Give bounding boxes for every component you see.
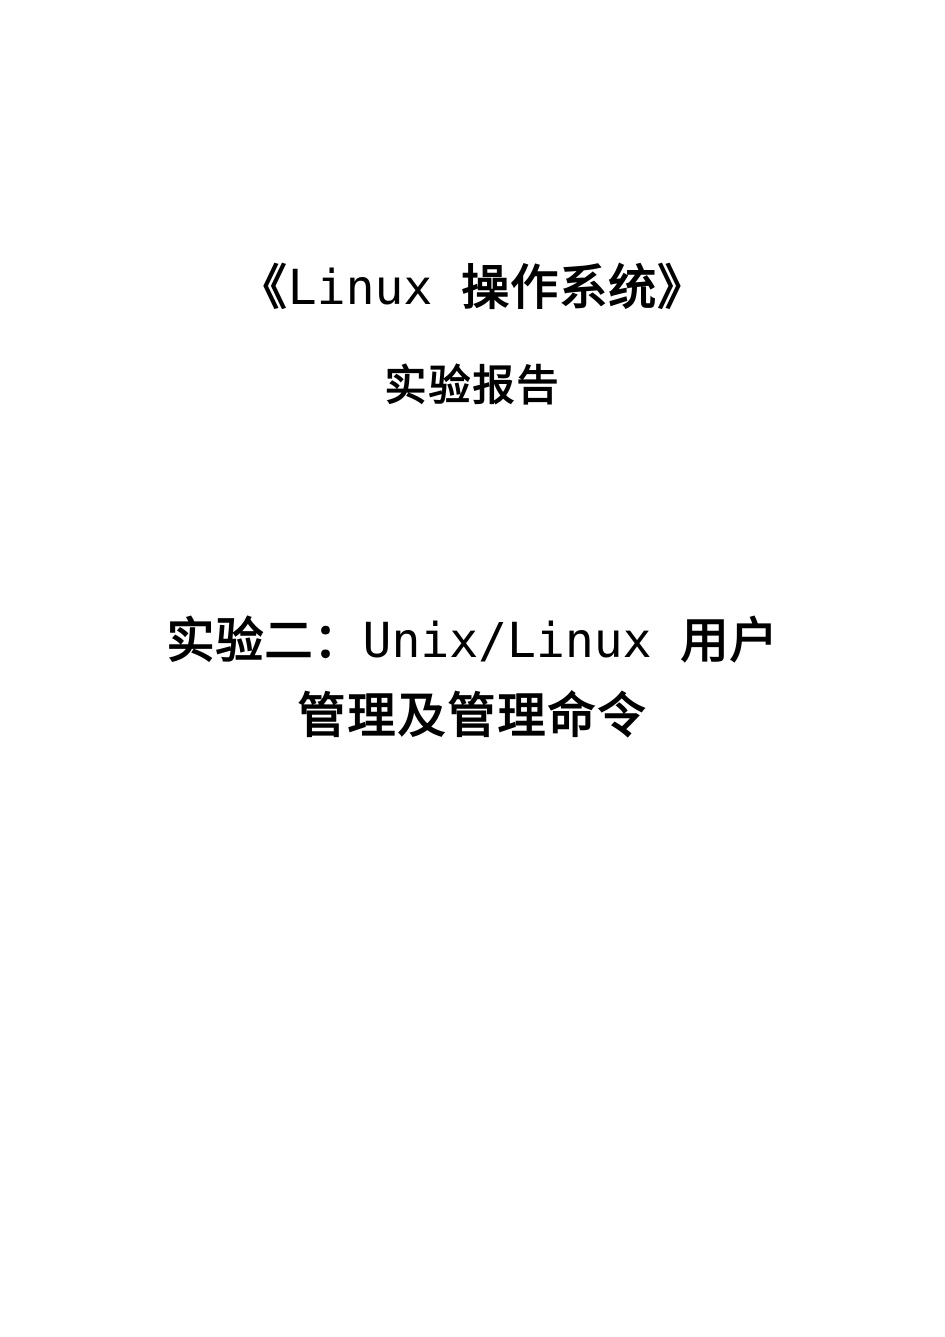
section-heading: 实验二：Unix/Linux 用户 管理及管理命令 — [0, 603, 945, 753]
document-page: 《Linux 操作系统》 实验报告 实验二：Unix/Linux 用户 管理及管… — [0, 0, 945, 1337]
title-bracket-open: 《 — [239, 262, 288, 315]
document-title: 《Linux 操作系统》 — [0, 255, 945, 322]
section-latin-text: Unix/Linux — [363, 613, 681, 669]
section-line-1: 实验二：Unix/Linux 用户 — [130, 603, 815, 681]
title-bracket-close: 》 — [657, 262, 706, 315]
title-cjk-text: 操作系统 — [461, 262, 657, 315]
section-line-2: 管理及管理命令 — [130, 681, 815, 753]
section-suffix: 用户 — [680, 615, 778, 668]
title-latin-text: Linux — [288, 260, 461, 316]
section-prefix: 实验二： — [167, 615, 363, 668]
document-subtitle: 实验报告 — [0, 352, 945, 413]
